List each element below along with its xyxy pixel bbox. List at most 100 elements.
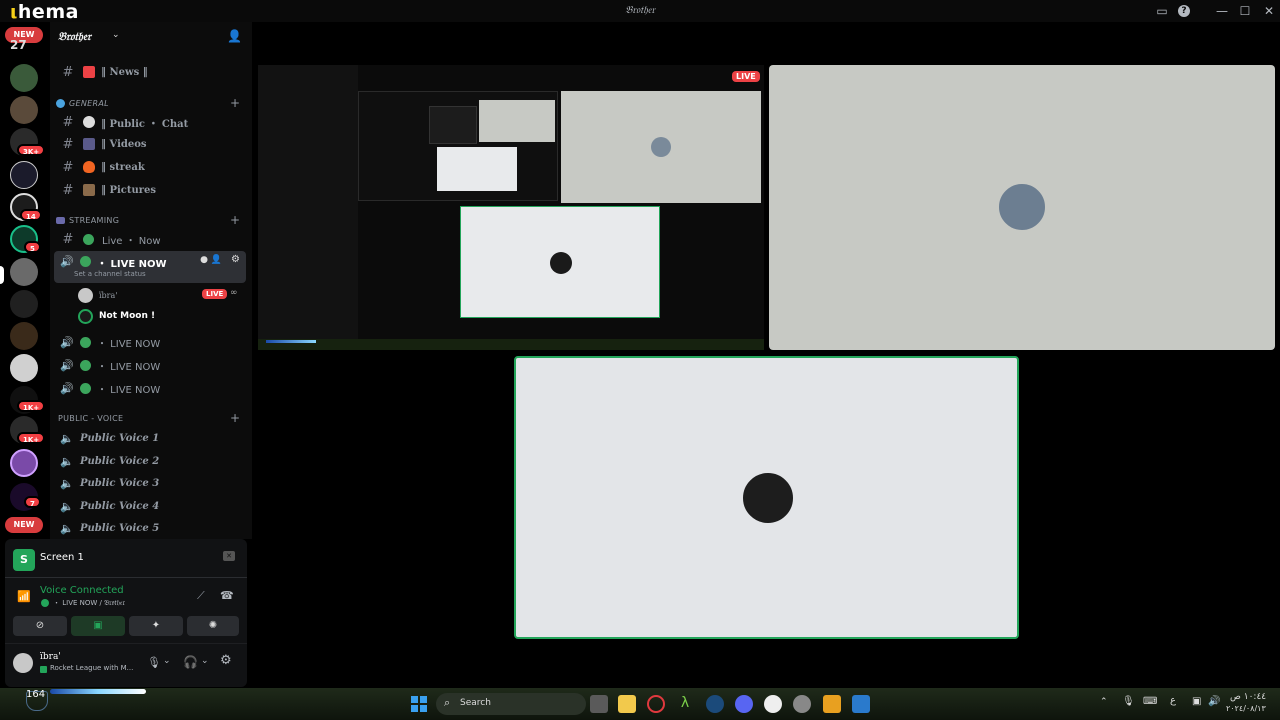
voice-channel-public-2[interactable]: 🔈 Public Voice 2 <box>54 450 246 472</box>
server-count-badge: 14 <box>20 209 42 221</box>
windows-taskbar: 164 ⌕ Search λ ⌃ 🎙 ⌨ ع ▣ 🔊 ١٠:٤٤ ص ٢٠٢٤/… <box>0 688 1280 720</box>
gear-icon[interactable]: ⚙ <box>231 254 240 265</box>
title-bar: ιhema 𝔅𝔯𝔬𝔱𝔥𝔢𝔯 ▭ ? — ☐ ✕ <box>0 0 1280 23</box>
rocket-league-icon[interactable] <box>852 695 870 713</box>
game-counter: 164 <box>26 689 46 700</box>
voice-channel-public-3[interactable]: 🔈 Public Voice 3 <box>54 472 246 494</box>
close-button[interactable]: ✕ <box>1261 3 1277 19</box>
task-view-icon[interactable] <box>590 695 608 713</box>
avatar <box>550 252 572 274</box>
channel-pictures[interactable]: # ‖ Pictures <box>54 179 246 201</box>
camera-off-button[interactable]: ⊘ <box>13 616 67 636</box>
user-name[interactable]: ïbra' <box>40 652 61 662</box>
voice-channel-live-now-3[interactable]: 🔊 ・ LIVE NOW <box>54 354 246 376</box>
voice-location[interactable]: ・ LIVE NOW / 𝔅𝔯𝔬𝔱𝔥𝔢𝔯 <box>53 598 125 608</box>
server-27-icon[interactable]: 27 <box>10 38 27 52</box>
chevron-down-icon[interactable]: ⌄ <box>201 656 209 666</box>
server-icon-purple[interactable] <box>10 449 38 477</box>
network-icon[interactable]: ▣ <box>1192 696 1201 707</box>
chevron-down-icon: ⌄ <box>112 30 120 40</box>
window-title: 𝔅𝔯𝔬𝔱𝔥𝔢𝔯 <box>625 5 655 16</box>
app-icon[interactable] <box>823 695 841 713</box>
category-general[interactable]: GENERAL + <box>56 96 246 110</box>
headphones-icon[interactable]: 🎧 <box>183 655 198 669</box>
noise-suppression-icon[interactable]: ⟋ <box>197 589 205 603</box>
category-streaming[interactable]: STREAMING + <box>56 213 246 227</box>
microphone-icon[interactable]: 🎙 <box>1122 696 1135 707</box>
chevron-up-icon[interactable]: ⌃ <box>1100 697 1108 707</box>
server-icon-plant[interactable] <box>10 64 38 92</box>
server-icon-brother[interactable] <box>10 258 38 286</box>
signal-icon: 📶 <box>17 590 31 603</box>
keyboard-icon[interactable]: ⌨ <box>1143 696 1157 707</box>
nested-tile-avatar <box>561 91 761 203</box>
server-name: 𝔅𝔯𝔬𝔱𝔥𝔢𝔯 <box>58 30 91 43</box>
voice-channel-public-4[interactable]: 🔈 Public Voice 4 <box>54 495 246 517</box>
activities-button[interactable]: ✦ <box>129 616 183 636</box>
close-stream-icon[interactable]: ✕ <box>223 551 235 561</box>
channel-news[interactable]: # ‖ News ‖ <box>54 61 246 83</box>
screen-share-icon: S <box>13 549 35 571</box>
screen-share-button[interactable]: ▣ <box>71 616 125 636</box>
volume-icon[interactable]: 🔊 <box>1208 696 1220 707</box>
stream-tile-screen[interactable]: LIVE <box>258 65 764 350</box>
chat-icon[interactable]: ● <box>200 255 208 265</box>
speaker-icon: 🔊 <box>60 381 74 395</box>
clock-time[interactable]: ١٠:٤٤ ص <box>1230 692 1266 702</box>
server-header[interactable]: 𝔅𝔯𝔬𝔱𝔥𝔢𝔯 ⌄ 👤 <box>50 22 252 52</box>
server-icon-portrait[interactable] <box>10 96 38 124</box>
clock-date[interactable]: ٢٠٢٤/٠٨/١٣ <box>1226 704 1266 713</box>
maximize-button[interactable]: ☐ <box>1237 3 1253 19</box>
channel-label: Public Voice 4 <box>80 500 160 512</box>
channel-live-now-text[interactable]: # Live ・ Now <box>54 228 246 250</box>
razer-icon[interactable]: λ <box>676 695 694 713</box>
voice-channel-live-now-4[interactable]: 🔊 ・ LIVE NOW <box>54 377 246 399</box>
user-name: Not Moon ! <box>99 311 156 321</box>
steam-icon[interactable] <box>706 695 724 713</box>
voice-channel-live-now-2[interactable]: 🔊 ・ LIVE NOW <box>54 331 246 353</box>
stream-tile-user-avatar[interactable] <box>769 65 1275 350</box>
avatar[interactable] <box>13 653 33 673</box>
voice-channel-live-now-active[interactable]: 🔊 ・ LIVE NOW Set a channel status ● 👤 ⚙ <box>54 251 246 283</box>
discord-icon[interactable] <box>735 695 753 713</box>
microphone-icon[interactable]: 🎙 <box>147 656 161 669</box>
server-icon-arabic[interactable] <box>10 322 38 350</box>
add-channel-icon[interactable]: + <box>230 96 240 110</box>
server-icon-group[interactable] <box>10 354 38 382</box>
opera-icon[interactable] <box>647 695 665 713</box>
file-explorer-icon[interactable] <box>618 695 636 713</box>
chevron-down-icon[interactable]: ⌄ <box>163 656 171 666</box>
disconnect-icon[interactable]: ☎ <box>220 589 234 602</box>
gear-icon[interactable]: ⚙ <box>220 653 232 668</box>
channel-status-label[interactable]: Set a channel status <box>74 270 146 278</box>
windows-start-icon[interactable] <box>411 696 427 712</box>
stream-tile-speaking-user[interactable] <box>514 356 1019 639</box>
nested-sidebar <box>258 65 358 345</box>
voice-channel-public-1[interactable]: 🔈 Public Voice 1 <box>54 427 246 449</box>
language-indicator[interactable]: ع <box>1170 695 1176 706</box>
voice-channel-public-5[interactable]: 🔈 Public Voice 5 <box>54 517 246 539</box>
server-icon-play[interactable] <box>10 161 38 189</box>
add-channel-icon[interactable]: + <box>230 411 240 425</box>
add-channel-icon[interactable]: + <box>230 213 240 227</box>
channel-videos[interactable]: # ‖ Videos <box>54 133 246 155</box>
voice-status[interactable]: Voice Connected <box>40 585 124 596</box>
category-public-voice[interactable]: PUBLIC - VOICE + <box>56 411 246 425</box>
channel-streak[interactable]: # ‖ streak <box>54 156 246 178</box>
avatar <box>741 471 795 525</box>
voice-user-ibra[interactable]: ïbra' LIVE ∞ <box>78 285 246 305</box>
add-friend-icon[interactable]: 👤 <box>227 29 242 43</box>
channel-public-chat[interactable]: # ‖ Public ・ Chat <box>54 111 246 133</box>
user-panel: S Screen 1 ✕ 📶 Voice Connected ・ LIVE NO… <box>5 539 247 687</box>
help-icon[interactable]: ? <box>1178 5 1190 17</box>
speaker-icon: 🔈 <box>60 521 74 535</box>
server-icon-v[interactable] <box>10 290 38 318</box>
app-icon[interactable] <box>793 695 811 713</box>
settings-icon[interactable] <box>764 695 782 713</box>
inbox-icon[interactable]: ▭ <box>1154 3 1170 19</box>
soundboard-button[interactable]: ✺ <box>187 616 239 636</box>
taskbar-search[interactable]: ⌕ Search <box>436 693 586 715</box>
voice-user-notmoon[interactable]: Not Moon ! <box>78 306 246 326</box>
invite-icon[interactable]: 👤 <box>211 255 222 265</box>
minimize-button[interactable]: — <box>1214 3 1230 19</box>
